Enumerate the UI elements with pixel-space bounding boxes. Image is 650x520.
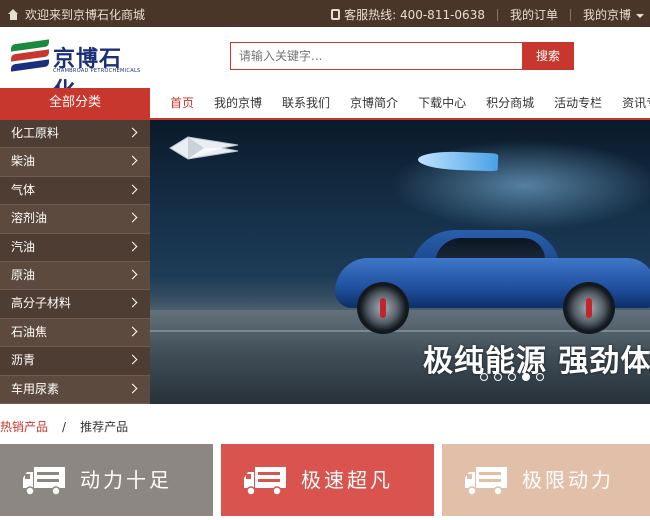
category-label: 汽油: [11, 239, 36, 254]
nav-contact-us[interactable]: 联系我们: [272, 88, 340, 118]
category-item[interactable]: 石油焦: [0, 319, 150, 348]
phone-icon: [331, 9, 341, 20]
my-jingbo-label: 我的京博: [582, 8, 631, 22]
header: 京博石化 CHAMBROAD PETROCHEMICALS 搜索: [0, 27, 650, 104]
category-label: 柴油: [11, 154, 36, 169]
category-label: 原油: [11, 267, 36, 282]
category-item[interactable]: 溶剂油: [0, 205, 150, 234]
all-categories-button[interactable]: 全部分类: [0, 88, 150, 120]
search-button[interactable]: 搜索: [522, 42, 574, 70]
nav-news[interactable]: 资讯专区: [612, 88, 650, 118]
category-item[interactable]: 高分子材料: [0, 290, 150, 319]
nav-links: 首页 我的京博 联系我们 京博简介 下载中心 积分商城 活动专栏 资讯专区: [150, 88, 650, 118]
category-sidebar: 化工原料 柴油 气体 溶剂油 汽油 原油 高分子材料 石油焦 沥青 车用尿素: [0, 120, 150, 404]
my-jingbo-dropdown[interactable]: 我的京博: [583, 6, 644, 23]
carousel-dot[interactable]: [508, 373, 516, 381]
hotline-text: 客服热线: 400-811-0638: [344, 8, 485, 22]
logo[interactable]: 京博石化 CHAMBROAD PETROCHEMICALS: [11, 39, 140, 104]
category-item[interactable]: 化工原料: [0, 120, 150, 149]
carousel-dot[interactable]: [480, 373, 488, 381]
nav-events[interactable]: 活动专栏: [544, 88, 612, 118]
category-item[interactable]: 车用尿素: [0, 376, 150, 404]
promo-label: 动力十足: [80, 468, 172, 492]
carousel-dots: [480, 373, 544, 381]
car-image: [335, 220, 650, 334]
nav-about[interactable]: 京博简介: [340, 88, 408, 118]
hero-banner[interactable]: 极纯能源 强劲体验: [150, 120, 650, 404]
nav-downloads[interactable]: 下载中心: [408, 88, 476, 118]
carousel-dot[interactable]: [494, 373, 502, 381]
tab-separator: /: [62, 420, 67, 434]
top-bar-links: 客服热线: 400-811-0638 我的订单 我的京博: [331, 6, 644, 23]
category-label: 溶剂油: [11, 211, 48, 226]
tab-recommended-products[interactable]: 推荐产品: [80, 420, 128, 434]
promo-card[interactable]: 极限动力: [442, 444, 650, 516]
chevron-right-icon: [127, 241, 138, 252]
caret-down-icon: [636, 13, 644, 18]
truck-icon: [23, 467, 65, 496]
promo-card[interactable]: 动力十足: [0, 444, 213, 516]
promo-label: 极限动力: [522, 468, 614, 492]
carousel-dot[interactable]: [536, 373, 544, 381]
promo-card[interactable]: 极速超凡: [221, 444, 434, 516]
category-label: 沥青: [11, 353, 36, 368]
chevron-right-icon: [127, 269, 138, 280]
category-label: 化工原料: [11, 126, 60, 140]
chevron-right-icon: [127, 212, 138, 223]
main-nav: 全部分类 首页 我的京博 联系我们 京博简介 下载中心 积分商城 活动专栏 资讯…: [0, 88, 650, 120]
category-label: 气体: [11, 182, 36, 197]
category-label: 石油焦: [11, 324, 48, 339]
search-bar: 搜索: [230, 42, 574, 70]
divider: [496, 8, 498, 21]
chevron-right-icon: [127, 354, 138, 365]
divider: [569, 8, 571, 21]
category-label: 高分子材料: [11, 296, 72, 311]
chevron-right-icon: [127, 127, 138, 138]
chevron-right-icon: [127, 326, 138, 337]
promo-label: 极速超凡: [301, 468, 393, 492]
brand-emblem-icon: [169, 136, 239, 160]
truck-icon: [244, 467, 286, 496]
home-icon: [8, 9, 19, 20]
logo-mark-icon: [11, 39, 49, 75]
category-item[interactable]: 原油: [0, 262, 150, 291]
category-label: 车用尿素: [11, 381, 60, 396]
product-tabs: 热销产品 / 推荐产品: [0, 418, 128, 435]
truck-icon: [465, 467, 507, 496]
chevron-right-icon: [127, 155, 138, 166]
tab-hot-products[interactable]: 热销产品: [0, 420, 48, 434]
search-input[interactable]: [230, 42, 522, 70]
chevron-right-icon: [127, 383, 138, 393]
nav-home[interactable]: 首页: [150, 88, 204, 118]
welcome-text: 欢迎来到京博石化商城: [25, 8, 146, 22]
category-item[interactable]: 柴油: [0, 148, 150, 177]
logo-subtitle: CHAMBROAD PETROCHEMICALS: [53, 68, 141, 74]
chevron-right-icon: [127, 184, 138, 195]
top-bar: 欢迎来到京博石化商城 客服热线: 400-811-0638 我的订单 我的京博: [0, 0, 650, 27]
welcome-message: 欢迎来到京博石化商城: [8, 6, 145, 23]
category-item[interactable]: 沥青: [0, 347, 150, 376]
carousel-dot-active[interactable]: [522, 373, 530, 381]
chevron-right-icon: [127, 297, 138, 308]
category-item[interactable]: 气体: [0, 176, 150, 206]
nav-my-jingbo[interactable]: 我的京博: [204, 88, 272, 118]
my-orders-link[interactable]: 我的订单: [510, 6, 558, 23]
nav-points-mall[interactable]: 积分商城: [476, 88, 544, 118]
category-item[interactable]: 汽油: [0, 233, 150, 262]
